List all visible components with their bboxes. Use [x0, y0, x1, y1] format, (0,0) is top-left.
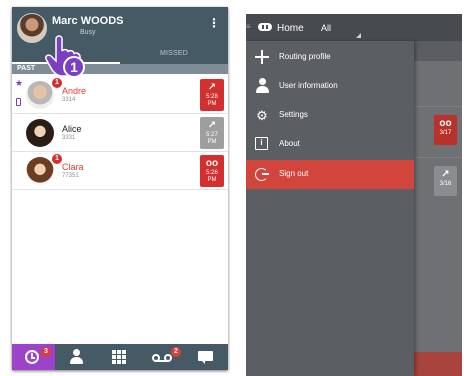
- missed-count-badge: 1: [52, 154, 62, 164]
- mobile-phone-icon: [16, 98, 21, 106]
- voicemail-badge: 2: [171, 347, 181, 357]
- call-back-button[interactable]: ↗ 5:27 PM: [200, 117, 224, 149]
- call-time: 5:27: [206, 132, 218, 138]
- menu-item-about[interactable]: i About: [246, 130, 414, 159]
- navigation-drawer: Routing profile User information ⚙ Setti…: [246, 41, 414, 376]
- app-logo-icon: [258, 23, 272, 31]
- backdrop-section-header: [414, 41, 462, 61]
- dropdown-indicator-icon: [356, 33, 361, 38]
- backdrop-divider: [414, 157, 462, 158]
- voicemail-icon: oo: [439, 118, 452, 129]
- menu-item-user-information[interactable]: User information: [246, 72, 414, 101]
- backdrop-divider: [414, 106, 462, 107]
- menu-item-settings[interactable]: ⚙ Settings: [246, 101, 414, 130]
- sign-out-icon: [255, 168, 269, 181]
- contact-icon: [70, 349, 83, 365]
- menu-item-routing-profile[interactable]: Routing profile: [246, 43, 414, 72]
- bottom-nav: 3 2: [12, 344, 228, 370]
- tutorial-step-number: 1: [70, 59, 78, 75]
- backdrop-voicemail-tile: oo 3/17: [434, 115, 457, 145]
- phone-icon: ↗: [441, 169, 450, 180]
- backdrop-call-tile: ↗ 3/16: [434, 166, 457, 196]
- favorite-star-icon: ★: [15, 78, 24, 88]
- dialpad-icon: [112, 350, 126, 364]
- call-row-alice[interactable]: Alice 3331 ↗ 5:27 PM: [12, 114, 228, 152]
- call-ampm: PM: [207, 177, 217, 183]
- contact-avatar: [26, 157, 54, 185]
- app-menu-drawer-screen: ≡ Home All oo 3/17 ↗ 3/16 Routing profil…: [246, 14, 462, 376]
- menu-item-sign-out[interactable]: Sign out: [246, 160, 414, 189]
- nav-history[interactable]: 3: [12, 344, 55, 370]
- call-time: 5:28: [206, 94, 218, 100]
- phone-missed-icon: ↗: [207, 82, 217, 93]
- app-header: ≡ Home All: [246, 14, 462, 41]
- voicemail-button[interactable]: oo 5:26 PM: [200, 155, 224, 187]
- routing-icon: [255, 50, 269, 64]
- missed-count-badge: 1: [52, 78, 62, 88]
- tab-missed[interactable]: MISSED: [120, 50, 228, 57]
- tile-date: 3/17: [439, 130, 452, 136]
- nav-dialpad[interactable]: [98, 344, 141, 370]
- contact-number: 3331: [62, 135, 76, 141]
- info-icon: i: [255, 137, 268, 150]
- contact-number: 3314: [62, 97, 76, 103]
- menu-item-label: Routing profile: [279, 52, 331, 61]
- drawer-toggle-icon[interactable]: ≡: [246, 22, 251, 31]
- call-row-clara[interactable]: 1 Clara 77351 oo 5:26 PM: [12, 152, 228, 190]
- tutorial-hand-pointer-icon: 1: [42, 33, 94, 77]
- call-ampm: PM: [207, 139, 217, 145]
- contact-name: Alice: [62, 124, 82, 134]
- contact-number: 77351: [62, 173, 79, 179]
- menu-item-label: User information: [279, 81, 338, 90]
- menu-item-label: Sign out: [279, 169, 309, 178]
- nav-contacts[interactable]: [55, 344, 98, 370]
- call-ampm: PM: [207, 101, 217, 107]
- menu-item-label: Settings: [279, 110, 308, 119]
- overflow-menu-icon[interactable]: ⋮: [208, 17, 220, 29]
- call-row-andre[interactable]: ★ 1 Andre 3314 ↗ 5:28 PM: [12, 76, 228, 114]
- menu-item-label: About: [279, 139, 300, 148]
- history-badge: 3: [41, 347, 51, 357]
- call-back-button[interactable]: ↗ 5:28 PM: [200, 79, 224, 111]
- user-name[interactable]: Marc WOODS: [52, 15, 124, 27]
- contact-name: Andre: [62, 86, 87, 96]
- chat-icon: [198, 351, 213, 364]
- app-call-history-screen: Marc WOODS Busy ⋮ MISSED PAST ★ 1 Andre …: [12, 7, 228, 370]
- contact-avatar: [26, 81, 54, 109]
- contact-avatar: [26, 119, 54, 147]
- backdrop-bottom-nav: [414, 352, 462, 376]
- nav-voicemail[interactable]: 2: [141, 344, 184, 370]
- contact-name: Clara: [62, 162, 84, 172]
- header-title[interactable]: Home: [277, 23, 304, 34]
- phone-incoming-icon: ↗: [207, 120, 217, 131]
- voicemail-icon: [152, 354, 174, 362]
- call-time: 5:26: [206, 170, 218, 176]
- gear-icon: ⚙: [256, 108, 268, 123]
- clock-icon: [25, 350, 39, 364]
- voicemail-icon: oo: [205, 158, 219, 169]
- filter-dropdown[interactable]: All: [321, 23, 331, 33]
- nav-chat[interactable]: [184, 344, 228, 370]
- call-history-list: ★ 1 Andre 3314 ↗ 5:28 PM Alice 3331 ↗ 5:…: [12, 76, 228, 190]
- tile-date: 3/16: [439, 181, 452, 187]
- user-icon: [256, 78, 269, 94]
